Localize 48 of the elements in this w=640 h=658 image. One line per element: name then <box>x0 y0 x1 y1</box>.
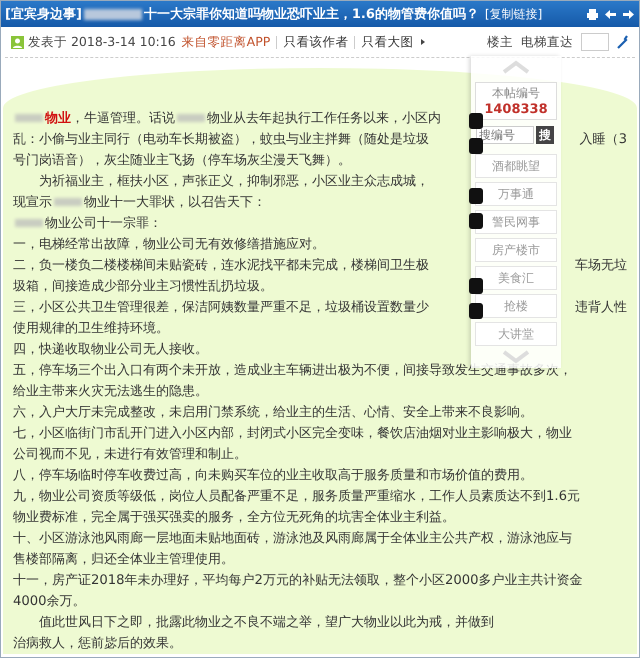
floor-label: 楼主 <box>487 34 513 50</box>
text-line: 入睡（3 <box>580 131 627 149</box>
text-line: 为祈福业主，框扶小区，声张正义，抑制邪恶，小区业主众志成城， <box>38 173 429 191</box>
text-line: 一，电梯经常出故障，物业公司无有效修缮措施应对。 <box>13 236 325 254</box>
source-label: 来自零距离APP <box>182 34 270 50</box>
text-line: 现宣示 物业十一大罪状，以召告天下： <box>13 194 266 212</box>
post-title: 十一大宗罪你知道吗物业恐吓业主，1.6的物管费你值吗？ <box>144 6 479 23</box>
filter-link[interactable]: 只看大图 <box>361 34 414 50</box>
text-line: 物业公司十一宗罪： <box>13 213 162 234</box>
search-button[interactable]: 搜 <box>536 126 554 144</box>
text-line: 乱：小偷与业主同行（电动车长期被盗），蚊虫与业主拌舞（随处是垃圾 <box>13 131 429 149</box>
nav-item[interactable]: 美食汇 <box>475 266 557 290</box>
text-line: 圾箱，间接造成少部分业主习惯性乱扔垃圾。 <box>13 278 273 296</box>
text-line: 物业，牛逼管理。话说 物业从去年起执行工作任务以来，小区内 <box>13 108 441 129</box>
text-line: 四，快递收取物业公司无人接收。 <box>13 341 208 359</box>
text-line: 号门岗语音），灰尘随业主飞扬（停车场灰尘漫天飞舞）。 <box>13 152 351 170</box>
text-line: 治病救人，惩前毖后的效果。 <box>13 635 182 653</box>
text-line: 九，物业公司资质等级低，岗位人员配备严重不足，服务质量严重缩水，工作人员素质达不到1.6元 <box>13 488 580 506</box>
text-line: 违背人性 <box>575 299 627 317</box>
nav-item[interactable]: 房产楼市 <box>475 238 557 262</box>
text-line: 十、小区游泳池风雨廊一层地面未贴地面砖，游泳池及风雨廊属于全体业主公共产权，游泳池应与 <box>13 530 572 548</box>
post-date: 发表于 2018-3-14 10:16 <box>28 34 176 50</box>
copy-link[interactable]: [复制链接] <box>484 6 542 22</box>
text-line: 车场无垃 <box>575 257 627 275</box>
post-number-label: 本帖编号 <box>491 85 541 102</box>
filter-link[interactable]: 只看该作者 <box>283 34 348 50</box>
text-line: 五，停车场三个出入口有两个未开放，造成业主车辆进出极为不便，间接导致发生交通事故多次， <box>13 362 572 380</box>
text-line: 八，停车场临时停车收费过高，向未购买车位的业主收取高于服务质量和市场价值的费用。 <box>13 467 533 485</box>
nav-item[interactable]: 抢楼 <box>475 294 557 318</box>
text-line: 使用规律的卫生维持环境。 <box>13 320 169 338</box>
nav-item[interactable]: 警民网事 <box>475 210 557 234</box>
text-line: 给业主带来火灾无法逃生的隐患。 <box>13 383 208 401</box>
post-number: 1408338 <box>483 102 549 117</box>
category-label: [宜宾身边事] <box>5 6 82 23</box>
text-line: 三，小区公共卫生管理很差，保洁阿姨数量严重不足，垃圾桶设置数量少 <box>13 299 429 317</box>
text-line: 值此世风日下之即，批露此物业之不良不端之举，望广大物业以此为戒，并做到 <box>38 614 494 632</box>
text-line: 公司视而不见，未进行有效管理和制止。 <box>13 446 247 464</box>
text-line: 二，负一楼负二楼楼梯间未贴瓷砖，连水泥找平都未完成，楼梯间卫生极 <box>13 257 429 275</box>
nav-item[interactable]: 大讲堂 <box>475 322 557 346</box>
text-line: 七，小区临街门市乱开门进入小区内部，封闭式小区完全变味，餐饮店油烟对业主影响极大，物业 <box>13 425 572 443</box>
text-line: 物业费标准，完全属于强买强卖的服务，全方位无死角的坑害全体业主利益。 <box>13 509 455 527</box>
nav-item[interactable]: 酒都眺望 <box>475 154 557 178</box>
text-line: 十一，房产证2018年未办理好，平均每户2万元的补贴无法领取，整个小区2000多户业主共计资金 <box>13 572 583 590</box>
jump-label: 电梯直达 <box>521 34 573 50</box>
nav-item[interactable]: 万事通 <box>475 182 557 206</box>
text-line: 4000余万。 <box>13 593 86 611</box>
text-line: 六，入户大厅未完成整改，未启用门禁系统，给业主的生活、心情、安全上带来不良影响。 <box>13 404 533 422</box>
text-line: 售楼部隔离，归还全体业主管理使用。 <box>13 551 234 569</box>
